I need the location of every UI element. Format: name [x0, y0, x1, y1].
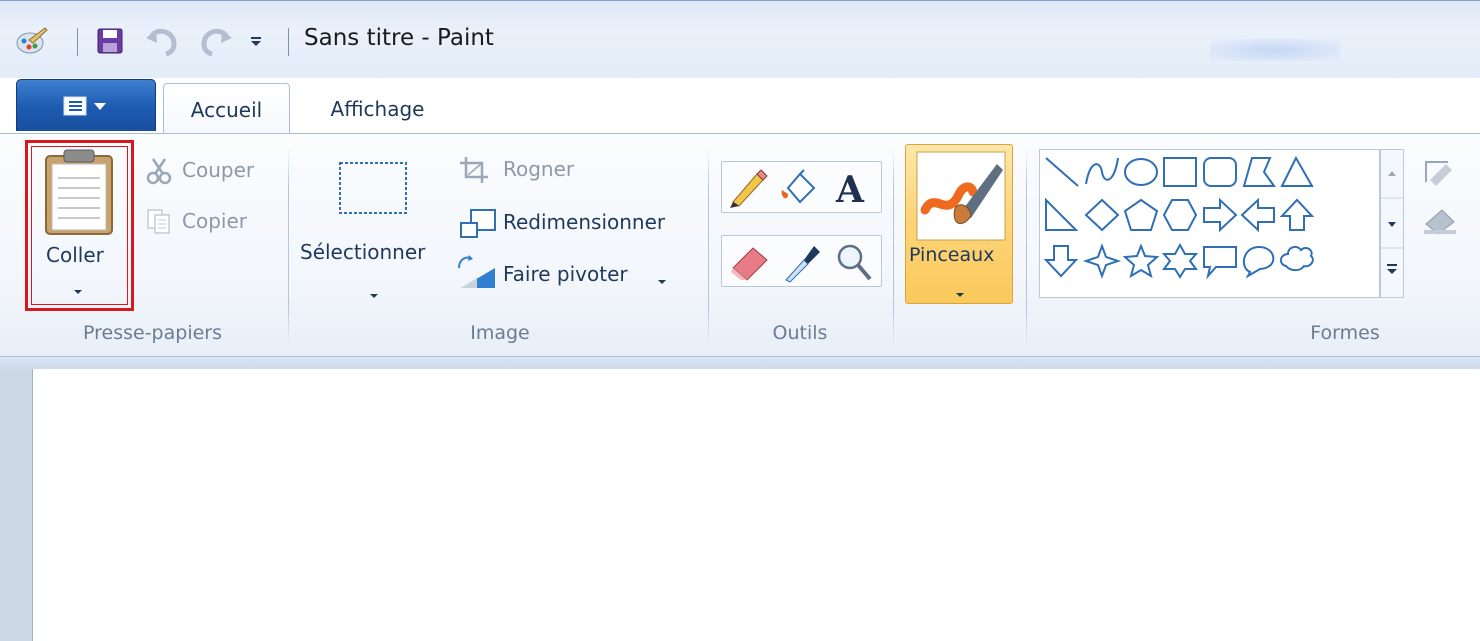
- oval-callout-shape-icon: [1242, 245, 1275, 279]
- color-picker-icon[interactable]: [780, 240, 822, 288]
- triangle-shape-icon: [1280, 155, 1314, 187]
- crop-button[interactable]: Rogner: [503, 157, 574, 181]
- six-point-star-shape-icon: [1161, 242, 1199, 279]
- hexagon-shape-icon: [1162, 199, 1198, 231]
- crop-icon: [458, 155, 492, 189]
- select-icon[interactable]: [337, 160, 409, 220]
- right-arrow-shape-icon: [1203, 197, 1238, 233]
- brush-icon: [915, 150, 1007, 246]
- title-bar-glare: [1210, 39, 1340, 61]
- shapes-group-label: Formes: [1310, 322, 1380, 344]
- shapes-gallery: [1039, 149, 1380, 298]
- group-separator: [893, 148, 894, 346]
- polygon-shape-icon: [1242, 157, 1276, 187]
- resize-icon: [458, 207, 498, 245]
- paint-app-icon[interactable]: [12, 24, 52, 58]
- eraser-icon[interactable]: [727, 242, 771, 286]
- shapes-gallery-scroll[interactable]: [1380, 149, 1404, 298]
- tab-accueil[interactable]: Accueil: [163, 83, 290, 135]
- gallery-scroll-down-icon: [1388, 222, 1396, 227]
- redo-icon[interactable]: [196, 24, 236, 58]
- gallery-expand-icon: [1387, 264, 1397, 274]
- group-separator: [288, 148, 289, 346]
- diamond-shape-icon: [1084, 198, 1120, 232]
- four-point-star-shape-icon: [1082, 243, 1122, 279]
- ribbon-bottom-border: [0, 357, 1480, 369]
- right-triangle-shape-icon: [1045, 197, 1079, 231]
- copy-icon: [145, 207, 173, 239]
- select-dropdown-arrow[interactable]: [369, 284, 379, 303]
- brushes-dropdown-arrow[interactable]: [955, 283, 965, 302]
- qat-separator: [77, 28, 78, 56]
- group-separator: [1026, 148, 1027, 346]
- svg-text:A: A: [835, 169, 865, 208]
- image-group-label: Image: [470, 322, 530, 344]
- gallery-scroll-up-icon: [1388, 171, 1396, 176]
- save-icon[interactable]: [92, 24, 128, 58]
- clipboard-group-label: Presse-papiers: [83, 322, 222, 344]
- group-separator: [708, 148, 709, 346]
- tools-group-label: Outils: [772, 322, 828, 344]
- title-separator: [288, 28, 289, 56]
- rotate-dropdown-arrow[interactable]: [657, 270, 667, 289]
- tab-affichage[interactable]: Affichage: [305, 83, 450, 135]
- fill-bucket-icon[interactable]: [778, 168, 820, 212]
- rectangle-shape-icon: [1163, 157, 1197, 187]
- clipboard-icon: [45, 149, 113, 235]
- scissors-icon: [145, 157, 173, 189]
- outline-icon[interactable]: [1420, 158, 1480, 242]
- resize-button[interactable]: Redimensionner: [503, 210, 665, 234]
- up-arrow-shape-icon: [1279, 198, 1315, 231]
- left-arrow-shape-icon: [1240, 197, 1275, 233]
- file-menu-button[interactable]: [16, 79, 156, 131]
- paste-label[interactable]: Coller: [46, 243, 104, 267]
- window-title: Sans titre - Paint: [304, 25, 494, 51]
- paste-dropdown-arrow[interactable]: [73, 280, 83, 299]
- oval-shape-icon: [1124, 158, 1158, 186]
- paste-button[interactable]: [36, 148, 122, 240]
- customize-qat-icon[interactable]: [246, 24, 266, 58]
- brushes-label[interactable]: Pinceaux: [909, 244, 994, 266]
- rectangular-callout-shape-icon: [1203, 246, 1237, 280]
- shapes-grid: [1043, 155, 1315, 280]
- curve-shape-icon: [1085, 157, 1119, 185]
- pencil-icon[interactable]: [727, 168, 769, 212]
- drawing-canvas[interactable]: [32, 369, 1480, 641]
- cut-button[interactable]: Couper: [182, 158, 254, 182]
- copy-button[interactable]: Copier: [182, 209, 247, 233]
- five-point-star-shape-icon: [1122, 243, 1160, 279]
- text-icon[interactable]: A: [832, 166, 872, 212]
- file-menu-icon: [63, 96, 106, 115]
- undo-icon[interactable]: [142, 24, 182, 58]
- rounded-rectangle-shape-icon: [1203, 157, 1237, 187]
- rotate-icon: [455, 254, 499, 294]
- line-shape-icon: [1045, 157, 1079, 187]
- pentagon-shape-icon: [1123, 198, 1159, 231]
- select-button[interactable]: Sélectionner: [300, 240, 425, 264]
- down-arrow-shape-icon: [1043, 245, 1079, 278]
- rotate-button[interactable]: Faire pivoter: [503, 262, 628, 286]
- cloud-callout-shape-icon: [1280, 245, 1314, 272]
- magnifier-icon[interactable]: [834, 241, 874, 287]
